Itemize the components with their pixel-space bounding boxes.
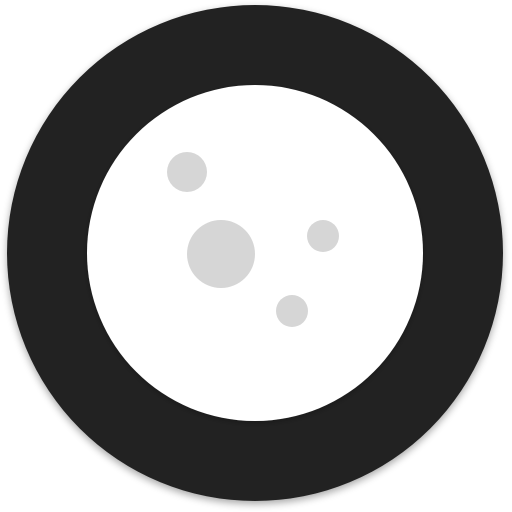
moon-icon <box>7 5 503 501</box>
crater-bottom <box>276 295 308 327</box>
crater-large <box>187 220 255 288</box>
moon-face <box>87 85 423 421</box>
app-icon-canvas <box>0 0 512 512</box>
crater-right <box>307 220 339 252</box>
crater-top-left <box>167 152 207 192</box>
